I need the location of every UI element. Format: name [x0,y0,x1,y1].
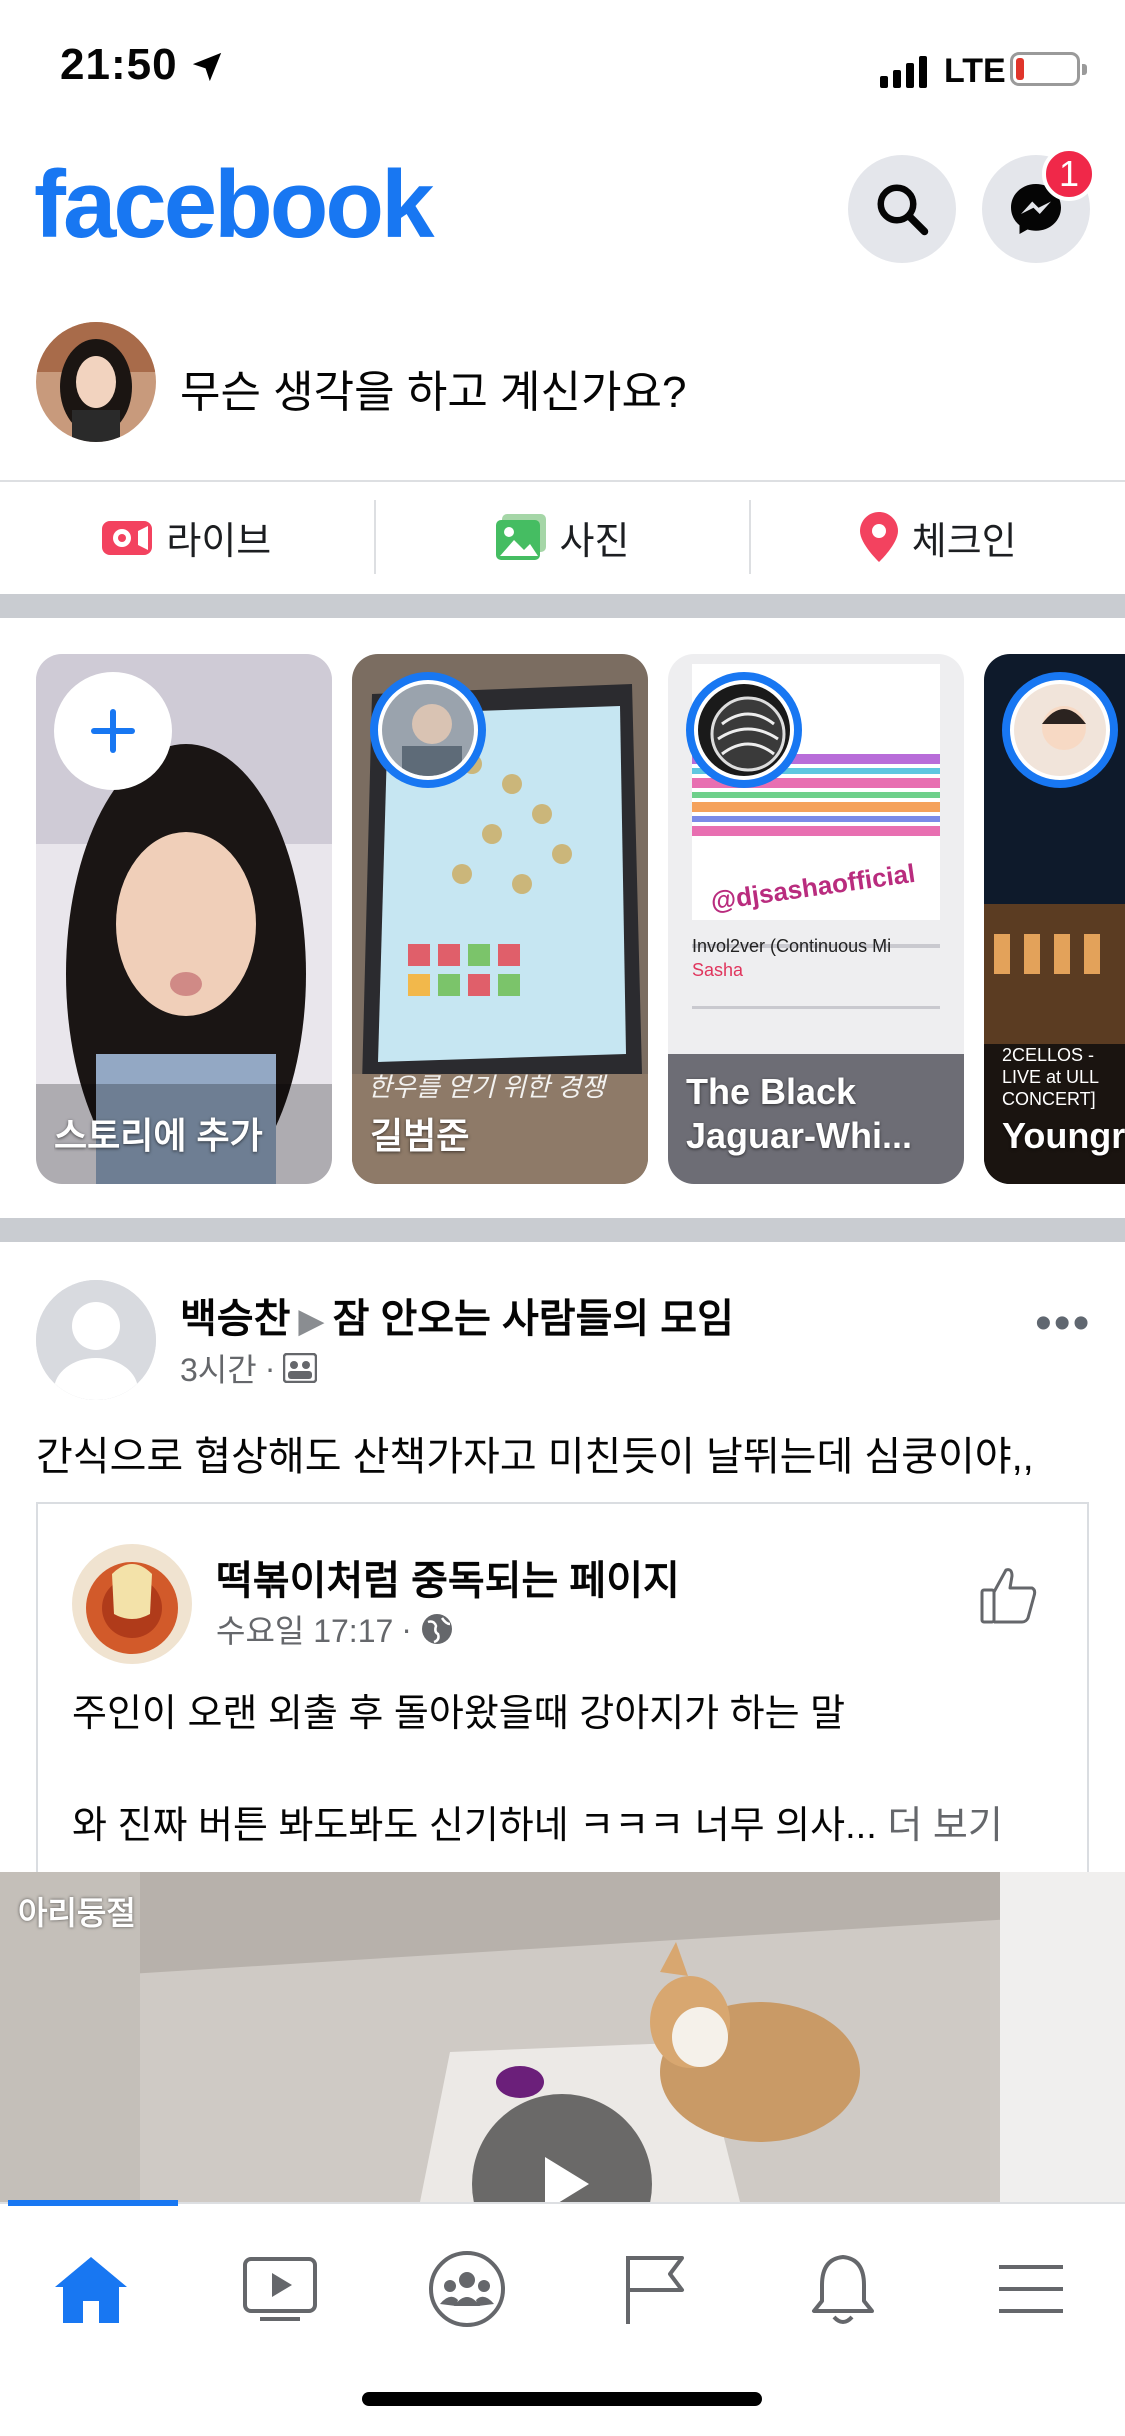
group-audience-icon [283,1353,318,1383]
location-arrow-icon [192,52,222,82]
search-button[interactable] [848,155,956,263]
active-tab-indicator [8,2200,178,2206]
add-story-button[interactable] [54,672,172,790]
story-author-avatar [370,672,486,788]
section-divider [0,1218,1125,1242]
network-type: LTE [944,52,1006,90]
tab-menu[interactable] [976,2234,1086,2344]
live-label: 라이브 [166,520,272,563]
composer-actions: 라이브 사진 체크인 [0,482,1125,592]
tab-notifications[interactable] [788,2234,898,2344]
story-overlay-text: 2CELLOS - LIVE at ULL CONCERT] [1002,1045,1099,1109]
status-bar: 21:50 LTE [0,0,1125,135]
user-avatar[interactable] [36,322,156,442]
search-icon [877,184,929,236]
signal-bars-icon [880,56,927,88]
watch-icon [243,2257,317,2321]
shared-text-line2: 와 진짜 버튼 봐도봐도 신기하네 ㅋㅋㅋ 너무 의사... 더 보기 [72,1794,1003,1849]
facebook-logo[interactable]: facebook [34,150,434,260]
shared-page-avatar[interactable] [72,1544,192,1664]
like-page-button[interactable] [978,1564,1040,1631]
shared-text-line2-body: 와 진짜 버튼 봐도봐도 신기하네 ㅋㅋㅋ 너무 의사... [72,1805,877,1847]
story-card[interactable]: 한우를 얻기 위한 경쟁 길범준 [352,654,648,1184]
post-text: 간식으로 협상해도 산책가자고 미친듯이 날뛰는데 심쿵이야,, [36,1435,1034,1479]
video-watermark: 아리둥절 [18,1895,136,1931]
tab-home[interactable] [36,2234,146,2344]
pages-flag-icon [626,2256,684,2324]
status-time: 21:50 [60,40,178,89]
photo-icon [495,514,546,560]
post-video[interactable]: 아리둥절 [0,1872,1125,2202]
story-overlay-text: 한우를 얻기 위한 경쟁 [368,1072,605,1102]
story-track-artist: Sasha [692,960,744,980]
post-meta: 3시간 · [180,1345,318,1391]
story-card[interactable]: @djsashaofficial Invol2ver (Continuous M… [668,654,964,1184]
post-header: 백승찬 ▶ 잠 안오는 사람들의 모임 [180,1286,734,1344]
play-icon [545,2157,589,2202]
photo-label: 사진 [559,520,630,563]
see-more-link[interactable]: 더 보기 [887,1805,1002,1847]
section-divider [0,594,1125,618]
post-author-avatar[interactable] [36,1280,156,1400]
story-label: 길범준 [370,1115,470,1156]
live-button[interactable]: 라이브 [0,482,374,592]
shared-meta: 수요일 17:17 · [216,1606,454,1652]
menu-icon [999,2265,1063,2313]
post-group-name[interactable]: 잠 안오는 사람들의 모임 [333,1297,734,1341]
photo-button[interactable]: 사진 [376,482,750,592]
triangle-right-icon: ▶ [298,1302,325,1340]
live-video-icon [102,521,153,555]
home-icon [55,2257,127,2323]
story-card[interactable]: 2CELLOS - LIVE at ULL CONCERT] Youngr [984,654,1125,1184]
plus-icon [91,709,135,753]
tab-watch[interactable] [225,2234,335,2344]
story-track-title: Invol2ver (Continuous Mi [692,936,892,956]
battery-icon [1010,52,1087,86]
shared-page-name[interactable]: 떡볶이처럼 중독되는 페이지 [216,1548,680,1606]
post-time[interactable]: 3시간 [180,1345,257,1391]
notifications-bell-icon [812,2255,874,2324]
groups-icon [429,2251,505,2327]
tab-groups[interactable] [412,2234,522,2344]
composer-prompt[interactable]: 무슨 생각을 하고 계신가요? [180,356,686,420]
shared-post[interactable]: 떡볶이처럼 중독되는 페이지 수요일 17:17 · 주인이 오랜 외출 후 돌… [36,1502,1089,1902]
location-pin-icon [859,512,898,562]
post-author-name[interactable]: 백승찬 [180,1297,290,1341]
tab-pages[interactable] [600,2234,710,2344]
stories-tray: 스토리에 추가 한우를 얻기 위한 경쟁 길범준 @djsashaofficia… [0,654,1125,1184]
checkin-label: 체크인 [911,520,1017,563]
story-author-avatar [686,672,802,788]
shared-time[interactable]: 수요일 17:17 [216,1606,393,1652]
messenger-notification-badge: 1 [1042,147,1096,201]
story-author-avatar [1002,672,1118,788]
story-card-add[interactable]: 스토리에 추가 [36,654,332,1184]
story-label: Youngr [1002,1115,1125,1156]
home-indicator[interactable] [362,2392,762,2406]
globe-icon [421,1614,452,1644]
thumbs-up-icon [980,1568,1037,1624]
story-label: The Black Jaguar-Whi... [686,1071,913,1156]
story-label: 스토리에 추가 [54,1115,263,1156]
post-more-button[interactable]: ••• [1035,1296,1091,1351]
checkin-button[interactable]: 체크인 [751,482,1125,592]
shared-text-line1: 주인이 오랜 외출 후 돌아왔을때 강아지가 하는 말 [72,1693,846,1735]
